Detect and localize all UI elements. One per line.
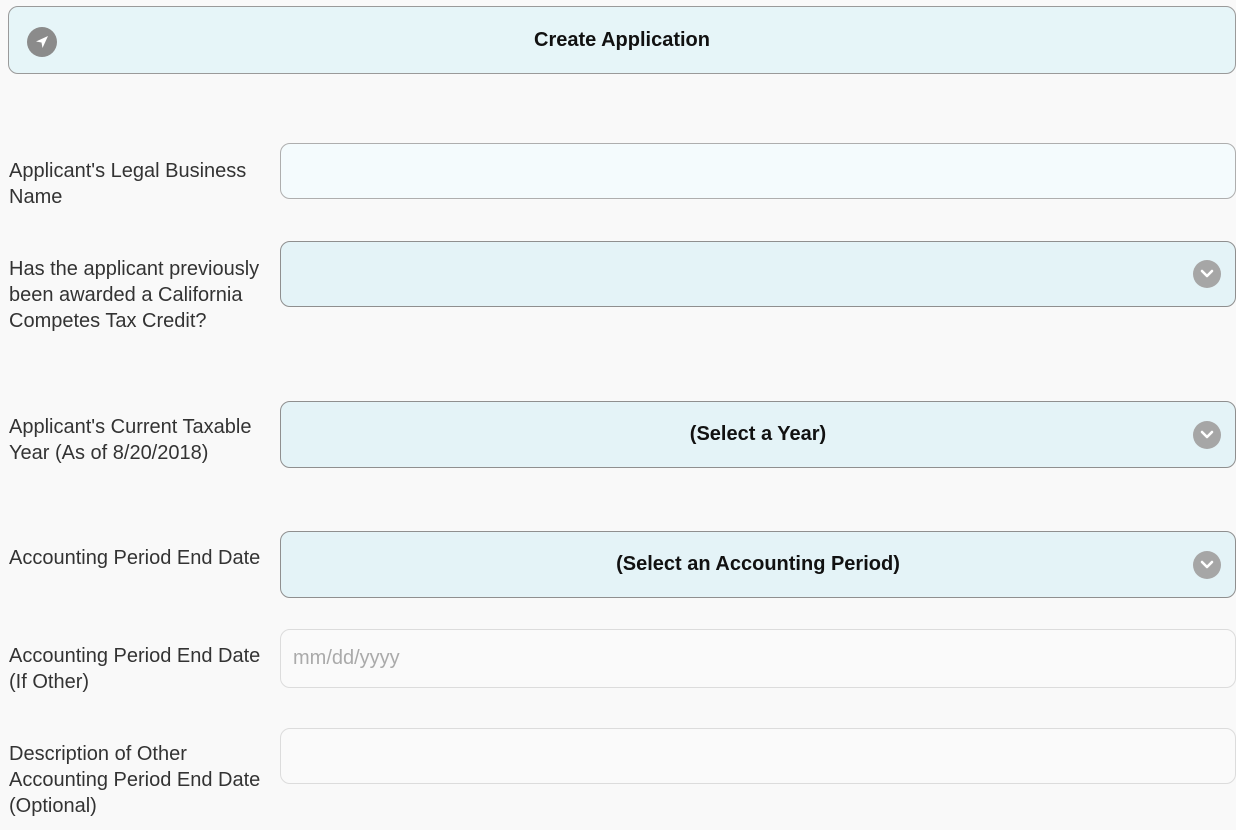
previous-award-select[interactable] xyxy=(280,241,1236,307)
chevron-down-icon xyxy=(1193,420,1221,449)
other-description-label: Description of Other Accounting Period E… xyxy=(9,743,261,817)
create-application-label: Create Application xyxy=(534,28,710,51)
taxable-year-select[interactable]: (Select a Year) xyxy=(280,401,1236,468)
chevron-down-icon xyxy=(1193,260,1221,288)
create-application-button[interactable]: Create Application xyxy=(8,6,1236,74)
period-end-other-label: Accounting Period End Date (If Other) xyxy=(9,645,261,693)
legal-name-field-container xyxy=(280,143,1236,199)
chevron-down-icon xyxy=(1193,550,1221,579)
accounting-period-select[interactable]: (Select an Accounting Period) xyxy=(280,531,1236,598)
other-description-input[interactable] xyxy=(281,729,1235,783)
legal-name-input[interactable] xyxy=(281,144,1235,198)
taxable-year-selected-value: (Select a Year) xyxy=(689,423,827,445)
period-end-other-field-container xyxy=(280,629,1236,688)
accounting-period-label: Accounting Period End Date xyxy=(9,547,261,569)
taxable-year-label: Applicant's Current Taxable Year (As of … xyxy=(9,416,252,464)
other-description-field-container xyxy=(280,728,1236,784)
legal-name-label: Applicant's Legal Business Name xyxy=(9,160,247,208)
previous-award-label: Has the applicant previously been awarde… xyxy=(9,258,260,332)
accounting-period-selected-value: (Select an Accounting Period) xyxy=(616,553,900,575)
navigation-arrow-icon xyxy=(27,27,57,57)
period-end-other-input[interactable] xyxy=(281,630,1235,687)
